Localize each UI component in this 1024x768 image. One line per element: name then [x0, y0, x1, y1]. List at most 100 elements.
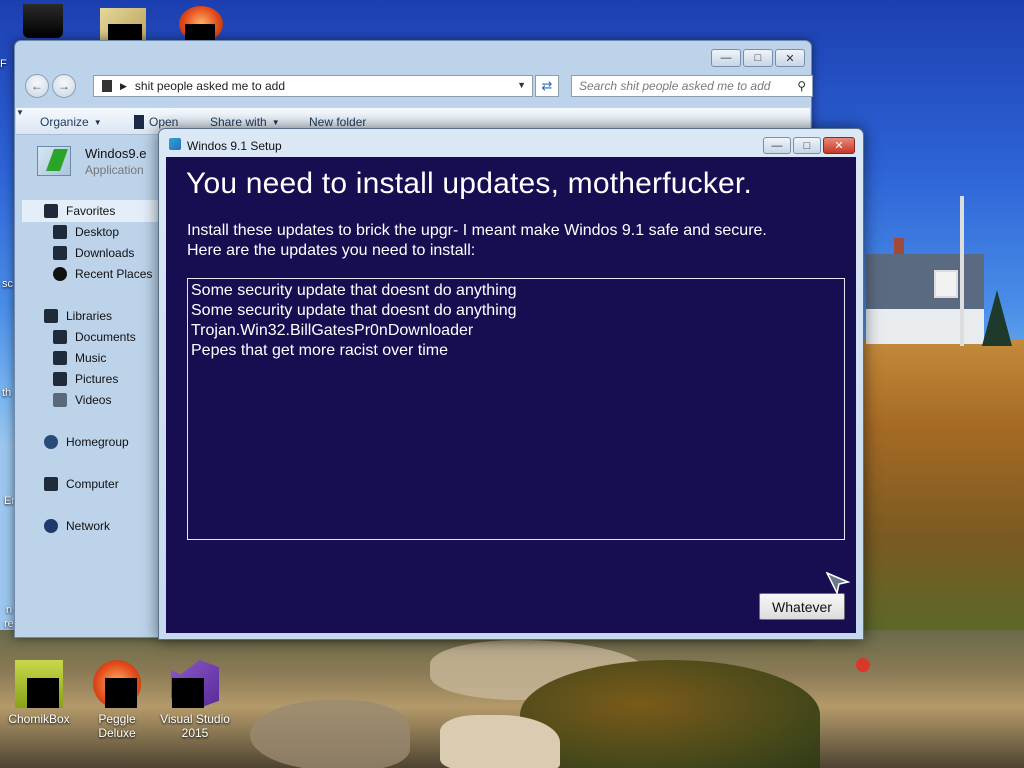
- maximize-icon: □: [754, 52, 762, 64]
- nav-item-pictures[interactable]: Pictures: [53, 372, 118, 386]
- nav-label: Network: [66, 519, 111, 533]
- nav-item-favorites[interactable]: Favorites: [44, 204, 115, 218]
- chevron-down-icon[interactable]: ▼: [517, 80, 526, 90]
- navigation-pane: Favorites Desktop Downloads Recent Place…: [16, 136, 168, 636]
- close-button[interactable]: ✕: [775, 49, 805, 67]
- explorer-caption-buttons: — □ ✕: [711, 49, 805, 67]
- setup-app-icon: [169, 138, 181, 150]
- desktop-icon-recycle-bin[interactable]: [6, 4, 80, 42]
- setup-titlebar[interactable]: Windos 9.1 Setup — □ ✕: [159, 129, 863, 157]
- chevron-down-icon[interactable]: ▼: [16, 108, 24, 117]
- address-bar[interactable]: ▶ shit people asked me to add ▼: [93, 75, 533, 97]
- setup-title: Windos 9.1 Setup: [187, 139, 282, 153]
- lighthouse-house: [866, 238, 984, 348]
- application-icon: [134, 115, 144, 129]
- desktop-icon-peggle-deluxe[interactable]: Peggle Deluxe: [80, 660, 154, 740]
- nav-label: Homegroup: [66, 435, 129, 449]
- search-icon[interactable]: ⚲: [797, 79, 806, 93]
- mouse-cursor-icon: [826, 571, 850, 595]
- refresh-icon: ⇄: [541, 78, 553, 93]
- nav-item-homegroup[interactable]: Homegroup: [44, 435, 129, 449]
- minimize-icon: —: [720, 52, 732, 64]
- chevron-down-icon: ▼: [271, 117, 280, 127]
- maximize-button[interactable]: □: [743, 49, 773, 67]
- network-icon: [44, 519, 58, 533]
- intro-line: Install these updates to brick the upgr-…: [187, 222, 767, 239]
- update-item: Trojan.Win32.BillGatesPr0nDownloader: [191, 322, 474, 339]
- organize-button[interactable]: Organize ▼: [40, 115, 102, 129]
- nav-label: Downloads: [75, 246, 135, 260]
- updates-list[interactable]: Some security update that doesnt do anyt…: [187, 278, 845, 540]
- redacted-block: [105, 678, 137, 708]
- house-wall: [866, 309, 984, 344]
- open-button[interactable]: Open: [134, 115, 178, 129]
- nav-label: Desktop: [75, 225, 120, 239]
- back-button[interactable]: ←: [25, 74, 49, 98]
- folder-icon: [102, 80, 112, 92]
- share-with-label: Share with: [210, 115, 267, 129]
- chomikbox-icon: [15, 660, 63, 708]
- nav-label: Favorites: [66, 204, 116, 218]
- minimize-button[interactable]: —: [711, 49, 741, 67]
- nav-label: Computer: [66, 477, 119, 491]
- desktop-icon-label: Visual Studio 2015: [160, 712, 230, 740]
- peggle-icon: [179, 6, 223, 44]
- nav-label: Recent Places: [75, 267, 153, 281]
- desktop-icon-chomikbox[interactable]: ChomikBox: [2, 660, 76, 726]
- nav-item-computer[interactable]: Computer: [44, 477, 119, 491]
- setup-heading: You need to install updates, motherfucke…: [186, 167, 752, 200]
- downloads-icon: [53, 246, 67, 260]
- refresh-button[interactable]: ⇄: [535, 75, 559, 97]
- music-icon: [53, 351, 67, 365]
- nav-item-videos[interactable]: Videos: [53, 393, 111, 407]
- nav-label: Music: [75, 351, 107, 365]
- maximize-button[interactable]: □: [793, 137, 821, 154]
- close-button[interactable]: ✕: [823, 137, 855, 154]
- nav-item-network[interactable]: Network: [44, 519, 110, 533]
- maximize-icon: □: [803, 139, 811, 152]
- setup-content: You need to install updates, motherfucke…: [166, 157, 856, 633]
- recycle-bin-icon: [23, 4, 63, 38]
- flag-pole: [960, 196, 964, 346]
- address-row: ← → ▶ shit people asked me to add ▼ ⇄ Se…: [23, 73, 813, 99]
- edge-label-fragment: sc: [2, 278, 13, 290]
- edge-label-fragment: th: [2, 387, 12, 399]
- setup-intro: Install these updates to brick the upgr-…: [187, 221, 837, 261]
- open-label: Open: [149, 115, 179, 129]
- nav-item-documents[interactable]: Documents: [53, 330, 136, 344]
- minimize-button[interactable]: —: [763, 137, 791, 154]
- forward-button[interactable]: →: [52, 74, 76, 98]
- edge-label-fragment: F: [0, 58, 7, 70]
- house-roof: [866, 254, 984, 309]
- forward-arrow-icon: →: [58, 79, 70, 93]
- videos-icon: [53, 393, 67, 407]
- organize-label: Organize: [40, 115, 89, 129]
- edge-label-fragment: re: [4, 618, 14, 630]
- flower: [856, 658, 870, 672]
- peggle-icon: [93, 660, 141, 708]
- desktop-icon-label: ChomikBox: [8, 712, 70, 726]
- redacted-block: [172, 678, 204, 708]
- new-folder-label: New folder: [309, 115, 367, 129]
- nav-item-libraries[interactable]: Libraries: [44, 309, 112, 323]
- whatever-button[interactable]: Whatever: [759, 593, 845, 620]
- nav-item-downloads[interactable]: Downloads: [53, 246, 134, 260]
- new-folder-button[interactable]: New folder: [309, 115, 366, 129]
- nav-label: Videos: [75, 393, 112, 407]
- desktop-icon-visual-studio[interactable]: Visual Studio 2015: [158, 660, 232, 740]
- nav-item-music[interactable]: Music: [53, 351, 106, 365]
- bushes: [520, 660, 820, 768]
- nav-item-desktop[interactable]: Desktop: [53, 225, 119, 239]
- share-with-button[interactable]: Share with ▼: [210, 115, 280, 129]
- desktop-icon-label: Peggle Deluxe: [98, 712, 136, 740]
- house-window: [934, 270, 958, 298]
- close-icon: ✕: [785, 52, 795, 65]
- nav-item-recent-places[interactable]: Recent Places: [53, 267, 152, 281]
- minimize-icon: —: [771, 139, 783, 152]
- pictures-icon: [53, 372, 67, 386]
- libraries-icon: [44, 309, 58, 323]
- search-input[interactable]: Search shit people asked me to add ⚲: [571, 75, 813, 97]
- back-arrow-icon: ←: [31, 79, 43, 93]
- intro-line: Here are the updates you need to install…: [187, 242, 476, 259]
- update-item: Pepes that get more racist over time: [191, 342, 448, 359]
